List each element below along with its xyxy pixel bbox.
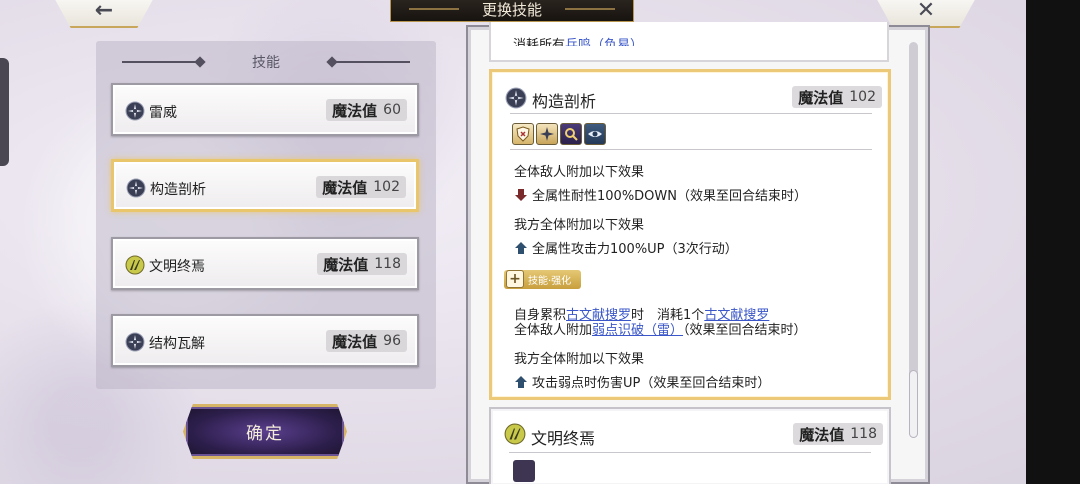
effect-line: 攻击弱点时伤害UP（效果至回合结束时） (514, 372, 770, 391)
status-icon (513, 460, 535, 482)
side-notch (0, 58, 9, 166)
shield-down-icon[interactable] (512, 123, 534, 145)
mp-label: 魔法值 (332, 101, 378, 120)
keyword-link[interactable]: 弱点识破（雷） (592, 323, 683, 338)
text-fragment: 消耗所有 (513, 38, 566, 46)
previous-skill-card[interactable]: 消耗所有兵鸣（负易） (489, 22, 889, 62)
down-arrow-icon (515, 189, 527, 201)
divider (509, 452, 871, 453)
mp-value: 102 (373, 179, 400, 195)
status-icon-row (512, 123, 606, 145)
next-skill-card[interactable]: 文明终焉 魔法值 118 (489, 407, 891, 484)
keyword-link[interactable]: 兵鸣（负易） (565, 38, 643, 46)
scrollbar-thumb[interactable] (909, 370, 918, 438)
game-screen: ← 更换技能 ✕ 技能 雷威 魔法值 60 构造剖析 魔法值 102 文明终焉 … (0, 0, 1080, 484)
skill-card-leiwei[interactable]: 雷威 魔法值 60 (111, 83, 419, 136)
skill-card-wenming-zhongyan[interactable]: 文明终焉 魔法值 118 (111, 237, 419, 290)
slash-icon (504, 423, 526, 445)
eye-icon[interactable] (584, 123, 606, 145)
header-ornament-right (330, 61, 410, 63)
page-title: 更换技能 (390, 0, 634, 22)
mp-cost: 魔法值 118 (317, 253, 407, 275)
burst-icon[interactable] (536, 123, 558, 145)
mp-cost: 魔法值 102 (792, 86, 882, 108)
skill-card-gouzao-poxi[interactable]: 构造剖析 魔法值 102 (111, 159, 419, 212)
selected-skill-detail-card: 构造剖析 魔法值 102 全体敌人附加以下效果 全属性耐性100%DOWN（效果… (489, 69, 891, 400)
mp-label: 魔法值 (799, 425, 845, 444)
gear-icon (125, 101, 145, 121)
divider (510, 149, 872, 150)
page-title-text: 更换技能 (481, 1, 542, 19)
gear-icon (126, 178, 146, 198)
close-button[interactable]: ✕ (874, 0, 978, 28)
plus-icon: + (506, 270, 524, 288)
skill-detail-name: 构造剖析 (532, 92, 597, 111)
previous-skill-text: 消耗所有兵鸣（负易） (513, 34, 643, 46)
back-button[interactable]: ← (52, 0, 156, 28)
mp-value: 60 (383, 102, 401, 118)
effect-line: 全属性攻击力100%UP（3次行动） (514, 238, 738, 257)
gear-icon (125, 332, 145, 352)
screen-edge-bar (1026, 0, 1080, 484)
mp-value: 102 (849, 89, 876, 105)
skill-name: 构造剖析 (150, 182, 206, 198)
mp-cost: 魔法值 102 (316, 176, 406, 198)
skill-name: 雷威 (149, 105, 177, 121)
skill-name: 文明终焉 (149, 259, 205, 275)
search-icon[interactable] (560, 123, 582, 145)
skill-enhance-badge: + 技能·强化 (504, 270, 582, 289)
mp-label: 魔法值 (323, 255, 369, 274)
effect-target-enemies: 全体敌人附加以下效果 (514, 165, 645, 180)
effect-text: 全属性攻击力100%UP（3次行动） (532, 242, 738, 257)
effect-text: 攻击弱点时伤害UP（效果至回合结束时） (532, 376, 771, 391)
mp-value: 96 (383, 333, 401, 349)
confirm-button[interactable]: 确定 (183, 404, 347, 459)
skill-list-header: 技能 (96, 52, 436, 72)
close-icon: ✕ (916, 0, 936, 23)
skill-card-jiegou-wajie[interactable]: 结构瓦解 魔法值 96 (111, 314, 419, 367)
text-fragment: 全体敌人附加 (514, 323, 593, 338)
gear-icon (505, 87, 527, 109)
mp-label: 魔法值 (332, 332, 378, 351)
mp-label: 魔法值 (322, 178, 368, 197)
mp-value: 118 (850, 426, 877, 442)
effect-target-allies: 我方全体附加以下效果 (514, 218, 645, 233)
up-arrow-icon (515, 376, 527, 388)
skill-list-panel: 技能 雷威 魔法值 60 构造剖析 魔法值 102 文明终焉 魔法值 118 结… (96, 41, 436, 389)
text-fragment: （效果至回合结束时） (683, 323, 807, 338)
skill-detail-name: 文明终焉 (531, 429, 596, 448)
divider (510, 113, 872, 114)
mp-cost: 魔法值 96 (326, 330, 407, 352)
effect-text: 全属性耐性100%DOWN（效果至回合结束时） (532, 189, 807, 204)
slash-icon (125, 255, 145, 275)
mp-value: 118 (374, 256, 401, 272)
confirm-label: 确定 (246, 424, 284, 444)
effect-line: 全属性耐性100%DOWN（效果至回合结束时） (514, 185, 807, 204)
mp-cost: 魔法值 118 (793, 423, 883, 445)
mp-cost: 魔法值 60 (326, 99, 407, 121)
effect-target-allies: 我方全体附加以下效果 (514, 352, 645, 367)
enhance-label: 技能·强化 (528, 276, 572, 287)
back-arrow-icon: ← (94, 0, 114, 23)
enhance-effect: 全体敌人附加弱点识破（雷）（效果至回合结束时） (514, 319, 807, 338)
up-arrow-icon (515, 242, 527, 254)
mp-label: 魔法值 (798, 88, 844, 107)
skill-name: 结构瓦解 (149, 336, 205, 352)
